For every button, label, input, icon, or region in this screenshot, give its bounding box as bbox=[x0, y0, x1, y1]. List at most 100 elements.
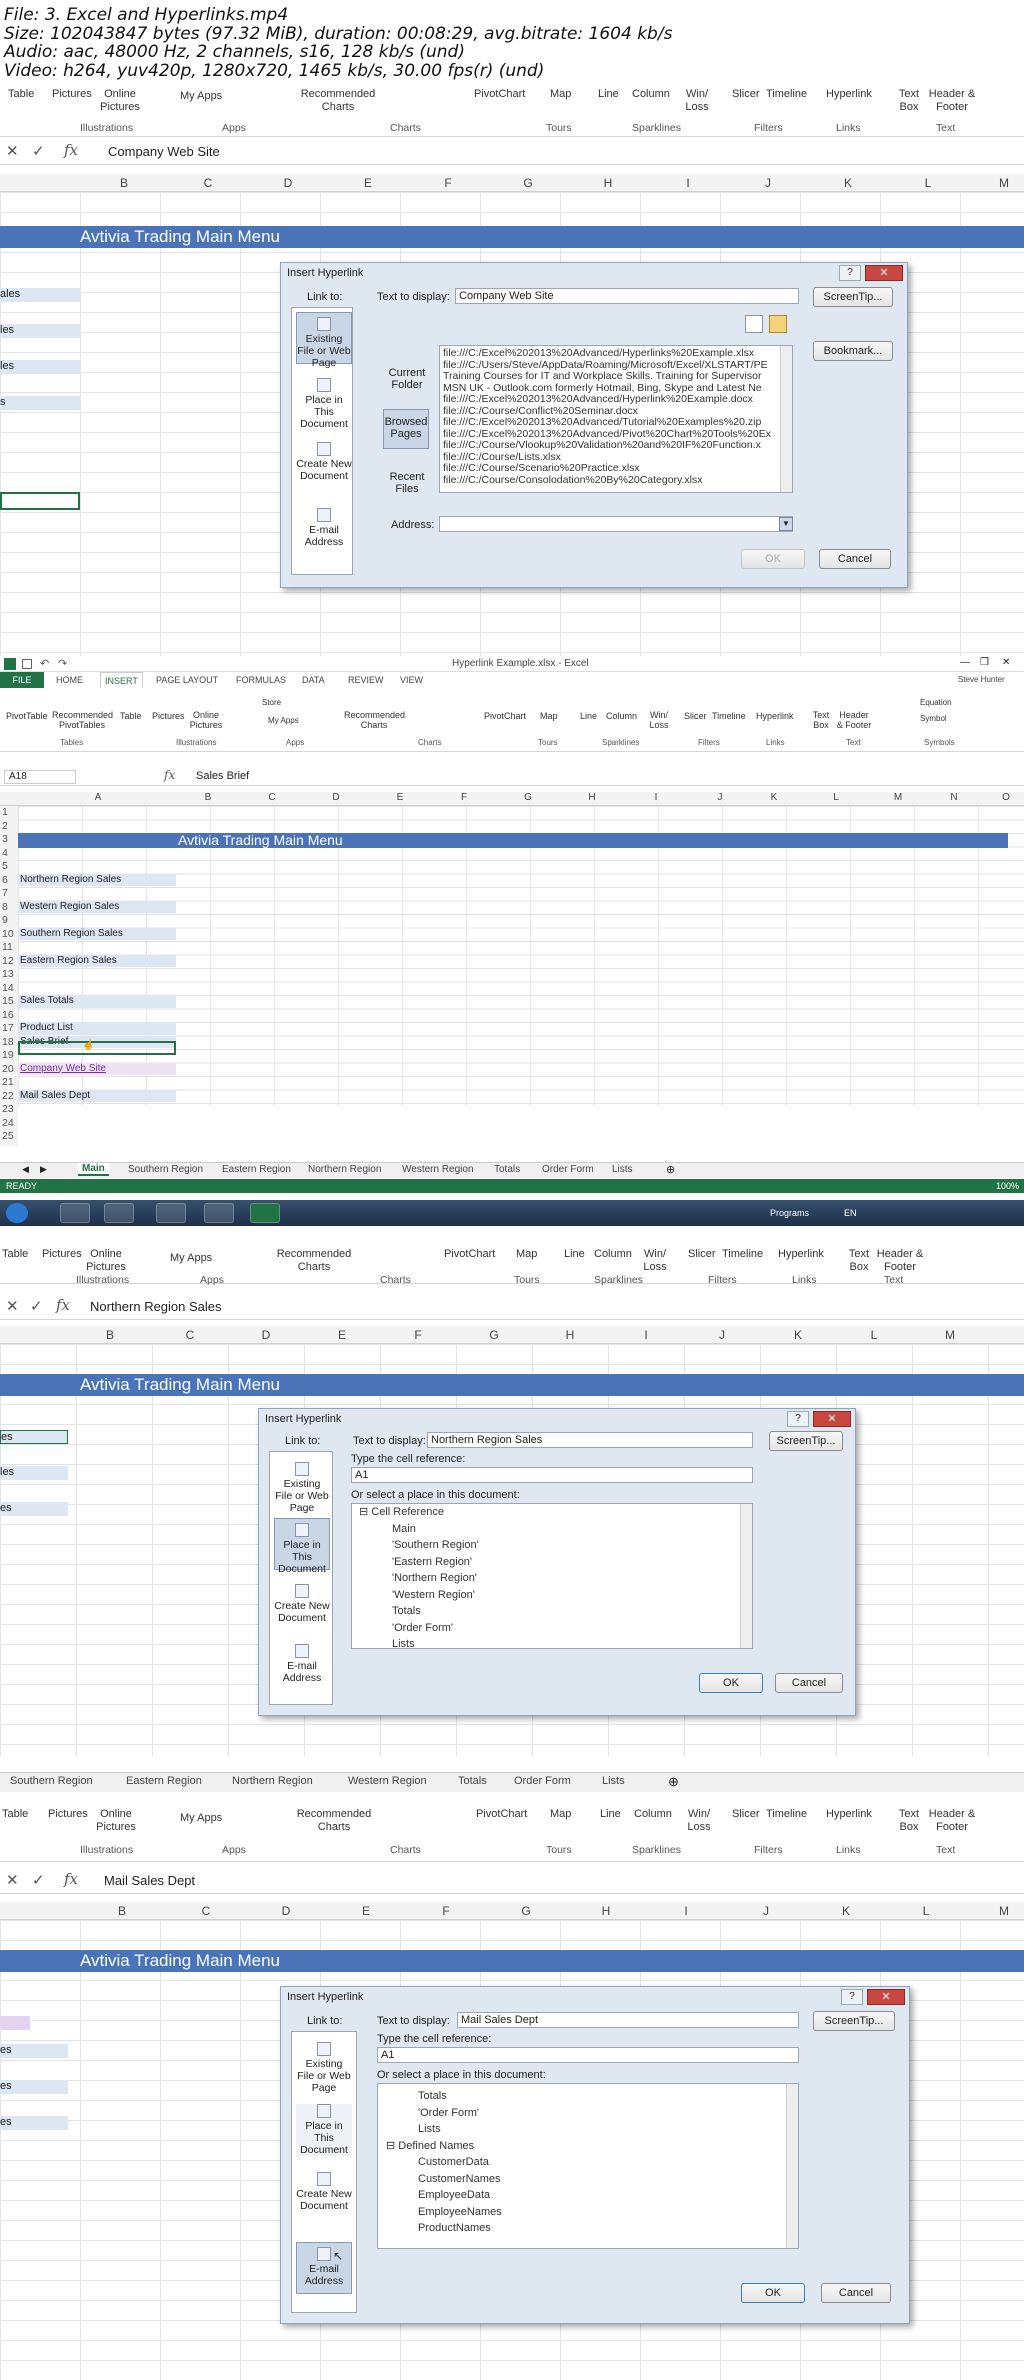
fx-icon[interactable]: fx bbox=[64, 1870, 78, 1888]
collapse-icon[interactable]: ⊟ bbox=[386, 2140, 398, 2152]
col-header[interactable]: K bbox=[838, 176, 858, 190]
ribbon-slicer[interactable]: Slicer bbox=[688, 1248, 716, 1261]
ribbon-online-pictures[interactable]: Online Pictures bbox=[86, 1248, 126, 1274]
ribbon-recommended-charts[interactable]: Recommended Charts bbox=[294, 1808, 374, 1834]
fx-icon[interactable]: fx bbox=[56, 1296, 70, 1314]
ribbon-table[interactable]: Table bbox=[120, 710, 142, 723]
ribbon-my-apps[interactable]: My Apps bbox=[180, 90, 222, 103]
ribbon-equation[interactable]: Equation bbox=[920, 696, 952, 709]
link-place-in-doc[interactable]: Place in This Document bbox=[296, 378, 352, 430]
sheet-tab[interactable]: Totals bbox=[458, 1775, 487, 1787]
list-item[interactable]: file:///C:/Course/Consolodation%20By%20C… bbox=[440, 474, 792, 487]
ribbon-symbol[interactable]: Symbol bbox=[920, 712, 947, 725]
tree-item[interactable]: 'Northern Region' bbox=[356, 1570, 752, 1587]
col-header[interactable]: I bbox=[676, 1904, 696, 1918]
text-to-display-input[interactable]: Company Web Site bbox=[455, 288, 799, 304]
sheet-tab[interactable]: Order Form bbox=[542, 1164, 594, 1175]
name-box[interactable]: A18 bbox=[4, 770, 76, 784]
col-header[interactable]: D bbox=[278, 176, 298, 190]
cell-label[interactable]: es bbox=[0, 2116, 68, 2130]
hyperlink-cell[interactable]: Southern Region Sales bbox=[18, 927, 176, 940]
enter-icon[interactable]: ✓ bbox=[32, 142, 45, 160]
sheet-tab[interactable]: Totals bbox=[494, 1164, 520, 1175]
cancel-icon[interactable]: ✕ bbox=[6, 1297, 19, 1315]
selected-cell-a18[interactable] bbox=[18, 1041, 176, 1055]
col-header[interactable]: L bbox=[918, 176, 938, 190]
folder-icon[interactable] bbox=[769, 315, 787, 333]
sheet-tab[interactable]: Lists bbox=[602, 1775, 625, 1787]
col-header[interactable]: D bbox=[326, 792, 346, 803]
tree-scrollbar[interactable] bbox=[740, 1504, 752, 1648]
row-number[interactable]: 22 bbox=[2, 1090, 14, 1102]
tab-data[interactable]: DATA bbox=[302, 675, 325, 685]
ribbon-header-footer[interactable]: Header & Footer bbox=[928, 1808, 976, 1834]
tab-insert[interactable]: INSERT bbox=[100, 672, 143, 688]
tree-item[interactable]: CustomerNames bbox=[382, 2171, 798, 2188]
hyperlink-cell[interactable]: Sales Totals bbox=[18, 995, 176, 1008]
list-item[interactable]: file:///C:/Course/Vlookup%20Validation%2… bbox=[440, 439, 792, 452]
formula-value[interactable]: Northern Region Sales bbox=[90, 1299, 222, 1314]
link-create-new[interactable]: Create New Document bbox=[296, 2172, 352, 2212]
row-number[interactable]: 1 bbox=[2, 806, 8, 818]
col-header[interactable]: J bbox=[712, 1328, 732, 1342]
tree-item[interactable]: 'Western Region' bbox=[356, 1587, 752, 1604]
row-number[interactable]: 21 bbox=[2, 1076, 14, 1088]
tab-review[interactable]: REVIEW bbox=[348, 675, 384, 685]
col-header[interactable]: I bbox=[636, 1328, 656, 1342]
row-number[interactable]: 19 bbox=[2, 1049, 14, 1061]
camtasia-taskbar-icon[interactable] bbox=[204, 1203, 234, 1223]
ribbon-text-box[interactable]: Text Box bbox=[846, 1248, 872, 1274]
cell-label[interactable]: s bbox=[0, 396, 80, 410]
fx-icon[interactable]: fx bbox=[64, 141, 78, 159]
sheet-tab[interactable]: Western Region bbox=[402, 1164, 474, 1175]
row-number[interactable]: 13 bbox=[2, 968, 14, 980]
screentip-button[interactable]: ScreenTip... bbox=[769, 1431, 843, 1451]
ribbon-timeline[interactable]: Timeline bbox=[766, 88, 807, 101]
ribbon-pivotchart[interactable]: PivotChart bbox=[474, 88, 525, 101]
ribbon-hyperlink[interactable]: Hyperlink bbox=[756, 710, 794, 723]
link-create-new[interactable]: Create New Document bbox=[274, 1584, 330, 1624]
tree-item[interactable]: Main bbox=[356, 1521, 752, 1538]
place-tree[interactable]: ⊟ Cell Reference Main 'Southern Region' … bbox=[351, 1503, 753, 1649]
col-header[interactable]: E bbox=[332, 1328, 352, 1342]
col-header[interactable]: G bbox=[484, 1328, 504, 1342]
tab-nav-prev-icon[interactable]: ◀ bbox=[22, 1164, 29, 1175]
row-number[interactable]: 20 bbox=[2, 1063, 14, 1075]
ribbon-hyperlink[interactable]: Hyperlink bbox=[778, 1248, 824, 1261]
row-number[interactable]: 9 bbox=[2, 914, 8, 926]
ribbon-pivotchart[interactable]: PivotChart bbox=[476, 1808, 527, 1821]
col-header[interactable]: E bbox=[390, 792, 410, 803]
ribbon-pivottable[interactable]: PivotTable bbox=[6, 710, 48, 723]
tree-node-defined-names[interactable]: ⊟ Defined Names bbox=[382, 2138, 798, 2155]
col-header[interactable]: B bbox=[114, 176, 134, 190]
help-icon[interactable]: ? bbox=[839, 265, 861, 281]
ribbon-my-apps[interactable]: My Apps bbox=[268, 714, 299, 727]
row-number[interactable]: 16 bbox=[2, 1009, 14, 1021]
col-header[interactable]: M bbox=[888, 792, 908, 803]
col-header[interactable]: C bbox=[262, 792, 282, 803]
sheet-tab[interactable]: Eastern Region bbox=[126, 1775, 202, 1787]
bookmark-button[interactable]: Bookmark... bbox=[813, 341, 893, 361]
address-input[interactable] bbox=[439, 516, 793, 532]
row-number[interactable]: 23 bbox=[2, 1103, 14, 1115]
col-header[interactable]: H bbox=[560, 1328, 580, 1342]
ribbon-line[interactable]: Line bbox=[598, 88, 619, 101]
sheet-tab[interactable]: Western Region bbox=[348, 1775, 427, 1787]
ribbon-my-apps[interactable]: My Apps bbox=[180, 1812, 222, 1825]
col-header[interactable]: D bbox=[256, 1328, 276, 1342]
row-number[interactable]: 24 bbox=[2, 1117, 14, 1129]
tab-page-layout[interactable]: PAGE LAYOUT bbox=[156, 675, 218, 685]
ribbon-pictures[interactable]: Pictures bbox=[42, 1248, 82, 1261]
tree-item[interactable]: Lists bbox=[356, 1636, 752, 1648]
enter-icon[interactable]: ✓ bbox=[30, 1297, 43, 1315]
minimize-icon[interactable]: — bbox=[960, 657, 970, 668]
col-header[interactable]: K bbox=[836, 1904, 856, 1918]
row-number[interactable]: 6 bbox=[2, 874, 8, 886]
tree-scrollbar[interactable] bbox=[786, 2084, 798, 2248]
screentip-button[interactable]: ScreenTip... bbox=[813, 287, 893, 307]
col-header[interactable]: C bbox=[196, 1904, 216, 1918]
ribbon-timeline[interactable]: Timeline bbox=[712, 710, 746, 723]
ribbon-slicer[interactable]: Slicer bbox=[732, 1808, 760, 1821]
cancel-button[interactable]: Cancel bbox=[819, 549, 891, 569]
col-header[interactable]: L bbox=[826, 792, 846, 803]
